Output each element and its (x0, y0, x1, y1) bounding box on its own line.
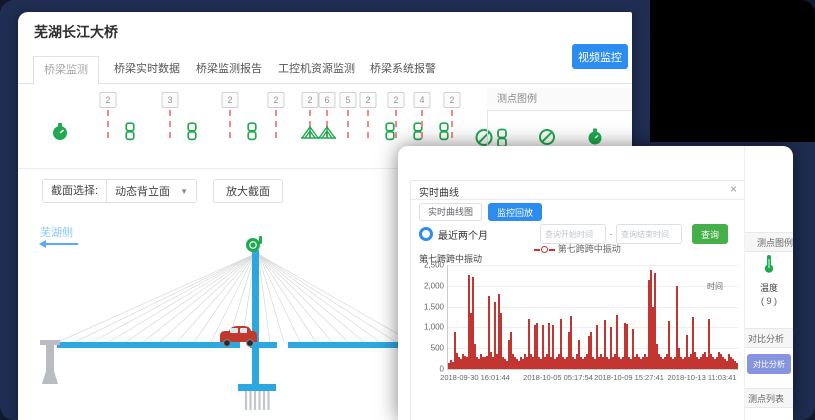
sensor-count-badge: 2 (222, 92, 239, 108)
bridge-illustration (18, 232, 418, 417)
legend-line-icon (534, 249, 540, 251)
query-end-time-input[interactable] (616, 224, 682, 244)
page-title: 芜湖长江大桥 (34, 22, 118, 42)
compare-analysis-header: 对比分析 (745, 328, 793, 348)
close-icon[interactable]: × (730, 182, 737, 196)
gridline (448, 265, 738, 266)
black-panel (650, 0, 815, 142)
sensor-count-badge: 2 (444, 92, 461, 108)
temperature-count: ( 9 ) (745, 296, 793, 306)
section-select[interactable]: 动态背立面 ▼ (107, 180, 196, 202)
legend-label: 第七跨跨中振动 (558, 244, 621, 254)
sensor-dashed-line (421, 110, 423, 138)
tab-realtime-curve[interactable]: 实时曲线图 (419, 203, 482, 221)
temperature-label: 温度 (745, 281, 793, 294)
sensor-dashed-line (169, 110, 171, 138)
sensor-dashed-line (229, 110, 231, 138)
chain-sensor-icon[interactable] (247, 122, 258, 146)
sensor-count-badge: 4 (414, 92, 431, 108)
sensor-count-badge: 2 (302, 92, 319, 108)
sensor-count-badge: 2 (360, 92, 377, 108)
tower-sensor-icon[interactable] (317, 124, 337, 145)
sensor-dashed-line (275, 110, 277, 138)
screen: 芜湖长江大桥 桥梁监测 桥梁实时数据 桥梁监测报告 工控机资源监测 桥梁系统报警… (0, 0, 815, 420)
chain-sensor-icon[interactable] (385, 122, 396, 146)
sensor-count-badge: 2 (100, 92, 117, 108)
chart-bar (736, 363, 738, 369)
recent-two-months-radio[interactable] (419, 227, 433, 241)
tower-piles (246, 391, 269, 410)
sensor-count-badge: 3 (162, 92, 179, 108)
legend-line-icon (549, 249, 555, 251)
point-list-header: 测点列表 (745, 388, 793, 408)
y-tick-label: 1,500 (412, 302, 444, 311)
section-select-label: 截面选择: (43, 180, 107, 202)
y-tick-label: 2,000 (412, 281, 444, 290)
section-controls: 截面选择: 动态背立面 ▼ 放大截面 (42, 180, 283, 202)
gauge-sensor-icon[interactable] (51, 122, 69, 147)
tab-bridge-monitoring[interactable]: 桥梁监测 (33, 56, 99, 85)
dialog-title: 实时曲线 (419, 184, 459, 199)
chart-plot-area: 05001,0001,5002,0002,5002018-09-30 16:01… (447, 265, 738, 370)
chain-sensor-icon[interactable] (439, 122, 450, 146)
sensor-count-badge: 2 (388, 92, 405, 108)
gridline (448, 327, 738, 328)
tab-monitor-report[interactable]: 桥梁监测报告 (196, 57, 262, 82)
dialog-titlebar: 实时曲线 × (411, 181, 744, 200)
compare-analysis-button[interactable]: 对比分析 (747, 354, 791, 374)
sensor-count-badge: 5 (340, 92, 357, 108)
section-select-value: 动态背立面 (115, 183, 170, 199)
modal-window: 实时曲线 × 实时曲线图 监控回放 最近两个月 - 查询 第七跨跨中振动 第七跨… (398, 146, 793, 420)
gridline (448, 348, 738, 349)
section-select-group: 截面选择: 动态背立面 ▼ (42, 179, 197, 203)
x-tick-label: 2018-09-30 16:01:44 (440, 373, 510, 382)
thermometer-icon (763, 254, 775, 274)
main-tabbar: 桥梁监测 桥梁实时数据 桥梁监测报告 工控机资源监测 桥梁系统报警 视频监控 (18, 52, 632, 84)
y-tick-label: 2,500 (412, 261, 444, 270)
query-start-time-input[interactable] (540, 224, 606, 244)
bridge-deck (57, 342, 240, 348)
bridge-tower (252, 250, 259, 384)
range-separator: - (606, 229, 616, 239)
enlarge-section-button[interactable]: 放大截面 (213, 179, 283, 203)
gridline (448, 286, 738, 287)
query-button[interactable]: 查询 (692, 224, 728, 244)
tab-monitor-playback[interactable]: 监控回放 (488, 203, 542, 221)
realtime-curve-dialog: 实时曲线 × 实时曲线图 监控回放 最近两个月 - 查询 第七跨跨中振动 第七跨… (410, 180, 745, 420)
x-tick-label: 2018-10-13 11:03:41 (667, 373, 736, 382)
chevron-down-icon: ▼ (180, 187, 188, 196)
legend-panel-title: 测点图例 (487, 88, 632, 111)
y-tick-label: 500 (412, 344, 444, 353)
chain-sensor-icon[interactable] (125, 122, 136, 146)
sensor-dashed-line (395, 110, 397, 138)
gridline (448, 307, 738, 308)
modal-right-sidebar: 测点图例 温度 ( 9 ) 对比分析 对比分析 测点列表 (744, 146, 793, 420)
video-monitor-button[interactable]: 视频监控 (572, 44, 628, 69)
sensor-count-badge: 6 (319, 92, 336, 108)
sensor-dashed-line (107, 110, 109, 138)
sensor-dashed-line (451, 110, 453, 138)
y-tick-label: 1,000 (412, 323, 444, 332)
sensor-dashed-line (347, 110, 349, 138)
tab-ipc-resource[interactable]: 工控机资源监测 (278, 57, 355, 82)
tower-sensor-icon[interactable] (246, 236, 262, 252)
recent-two-months-label: 最近两个月 (438, 227, 488, 242)
sidebar-legend-header: 测点图例 (745, 232, 793, 252)
dialog-tabs: 实时曲线图 监控回放 (419, 203, 542, 221)
sensor-dashed-line (367, 110, 369, 138)
x-tick-label: 2018-10-05 05:17:54 (523, 373, 593, 382)
x-axis-name: 时间 (707, 281, 723, 292)
legend-ring-icon (541, 246, 548, 253)
tab-system-alarm[interactable]: 桥梁系统报警 (370, 57, 436, 82)
x-tick-label: 2018-10-09 15:27:41 (594, 373, 664, 382)
tab-realtime-data[interactable]: 桥梁实时数据 (114, 57, 180, 82)
sensor-count-badge: 2 (268, 92, 285, 108)
temperature-block[interactable]: 温度 ( 9 ) (745, 254, 793, 306)
chain-sensor-icon[interactable] (187, 122, 198, 146)
